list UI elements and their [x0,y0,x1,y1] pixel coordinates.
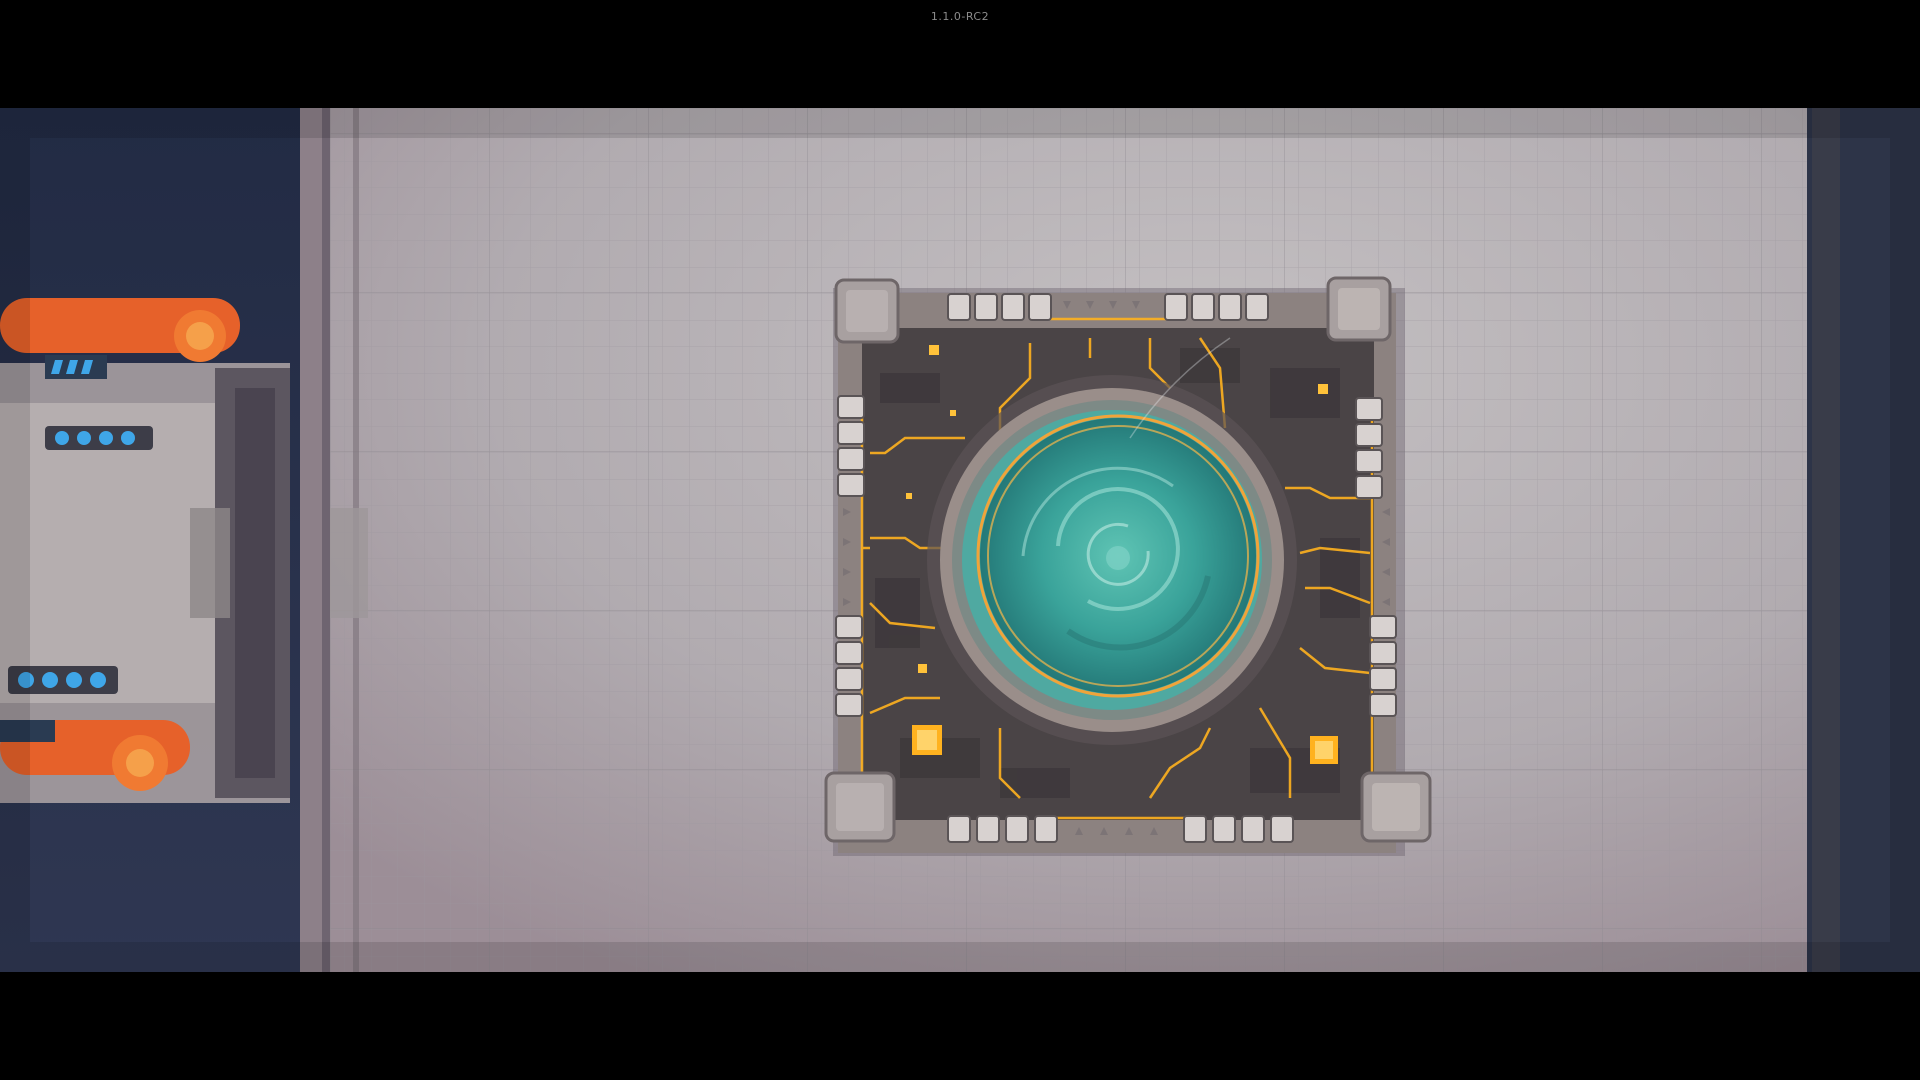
top-letterbox: 1.1.0-RC2 [0,0,1920,108]
bottom-letterbox [0,972,1920,1080]
game-scene[interactable] [0,108,1920,972]
game-viewport[interactable] [0,108,1920,972]
version-label: 1.1.0-RC2 [930,10,990,23]
